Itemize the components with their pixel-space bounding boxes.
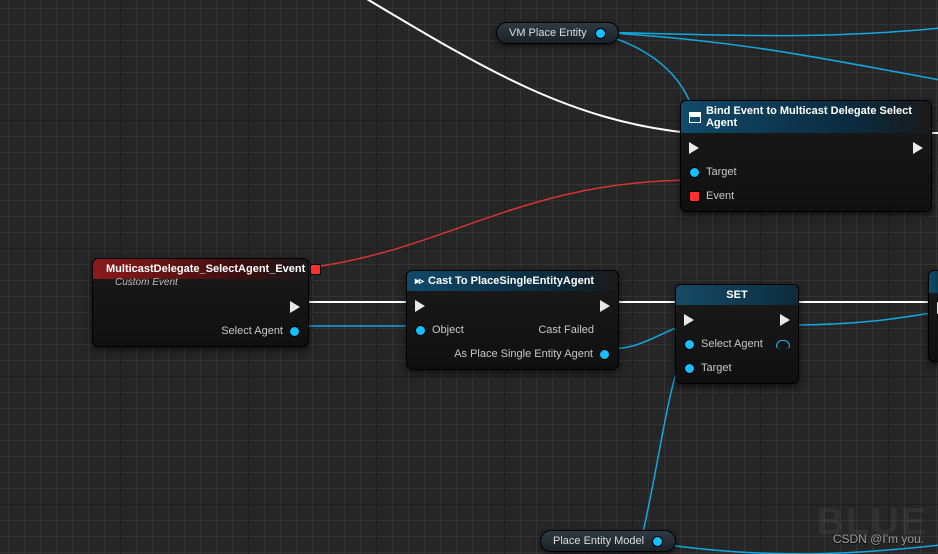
blueprint-canvas[interactable]: VM Place Entity Bind Event to Multicast … (0, 0, 938, 554)
bind-icon (689, 112, 701, 123)
node-header: ▸▹ Cast To PlaceSingleEntityAgent (407, 271, 618, 291)
output-pin[interactable] (652, 536, 663, 547)
node-set[interactable]: SET Select Agent Target (675, 284, 799, 384)
pin-label: Event (700, 190, 740, 202)
value-out-pin[interactable] (776, 340, 790, 349)
pin-label: As Place Single Entity Agent (448, 348, 599, 360)
exec-out-pin[interactable] (600, 300, 610, 312)
pin-label: Cast Failed (532, 324, 600, 336)
pin-label: Select Agent (215, 325, 289, 337)
watermark-csdn: CSDN @I'm you. (833, 532, 924, 546)
exec-out-pin[interactable] (913, 142, 923, 154)
node-header: MulticastDelegate_SelectAgent_Event (93, 259, 308, 279)
as-cast-out-pin[interactable] (599, 349, 610, 360)
variable-pill-place-entity-model[interactable]: Place Entity Model (540, 530, 676, 552)
cast-failed-exec-pin[interactable] (600, 324, 610, 336)
cast-icon: ▸▹ (415, 276, 423, 287)
node-offscreen-right[interactable] (928, 270, 938, 362)
pin-label: Target (695, 362, 738, 374)
node-header: Bind Event to Multicast Delegate Select … (681, 101, 931, 133)
pill-label: VM Place Entity (509, 27, 587, 39)
node-title: MulticastDelegate_SelectAgent_Event (106, 263, 305, 275)
node-header (929, 271, 938, 293)
target-pin[interactable] (689, 167, 700, 178)
exec-out-pin[interactable] (290, 301, 300, 313)
variable-pill-vm-place-entity[interactable]: VM Place Entity (496, 22, 619, 44)
pin-label: Target (700, 166, 743, 178)
node-bind-event[interactable]: Bind Event to Multicast Delegate Select … (680, 100, 932, 212)
exec-out-pin[interactable] (780, 314, 790, 326)
select-agent-in-pin[interactable] (684, 339, 695, 350)
event-delegate-pin[interactable] (689, 191, 700, 202)
node-title: SET (726, 289, 747, 301)
pin-label: Object (426, 324, 470, 336)
pill-label: Place Entity Model (553, 535, 644, 547)
node-subtitle: Custom Event (93, 277, 308, 292)
pin-label: Select Agent (695, 338, 769, 350)
delegate-out-pin[interactable] (310, 264, 321, 275)
object-in-pin[interactable] (415, 325, 426, 336)
target-in-pin[interactable] (684, 363, 695, 374)
exec-in-pin[interactable] (689, 142, 699, 154)
output-pin[interactable] (595, 28, 606, 39)
node-title: Cast To PlaceSingleEntityAgent (428, 275, 594, 287)
node-cast[interactable]: ▸▹ Cast To PlaceSingleEntityAgent Object… (406, 270, 619, 370)
node-title: Bind Event to Multicast Delegate Select … (706, 105, 923, 129)
select-agent-out-pin[interactable] (289, 326, 300, 337)
node-header: SET (676, 285, 798, 305)
node-custom-event[interactable]: MulticastDelegate_SelectAgent_Event Cust… (92, 258, 309, 347)
exec-in-pin[interactable] (415, 300, 425, 312)
exec-in-pin[interactable] (684, 314, 694, 326)
